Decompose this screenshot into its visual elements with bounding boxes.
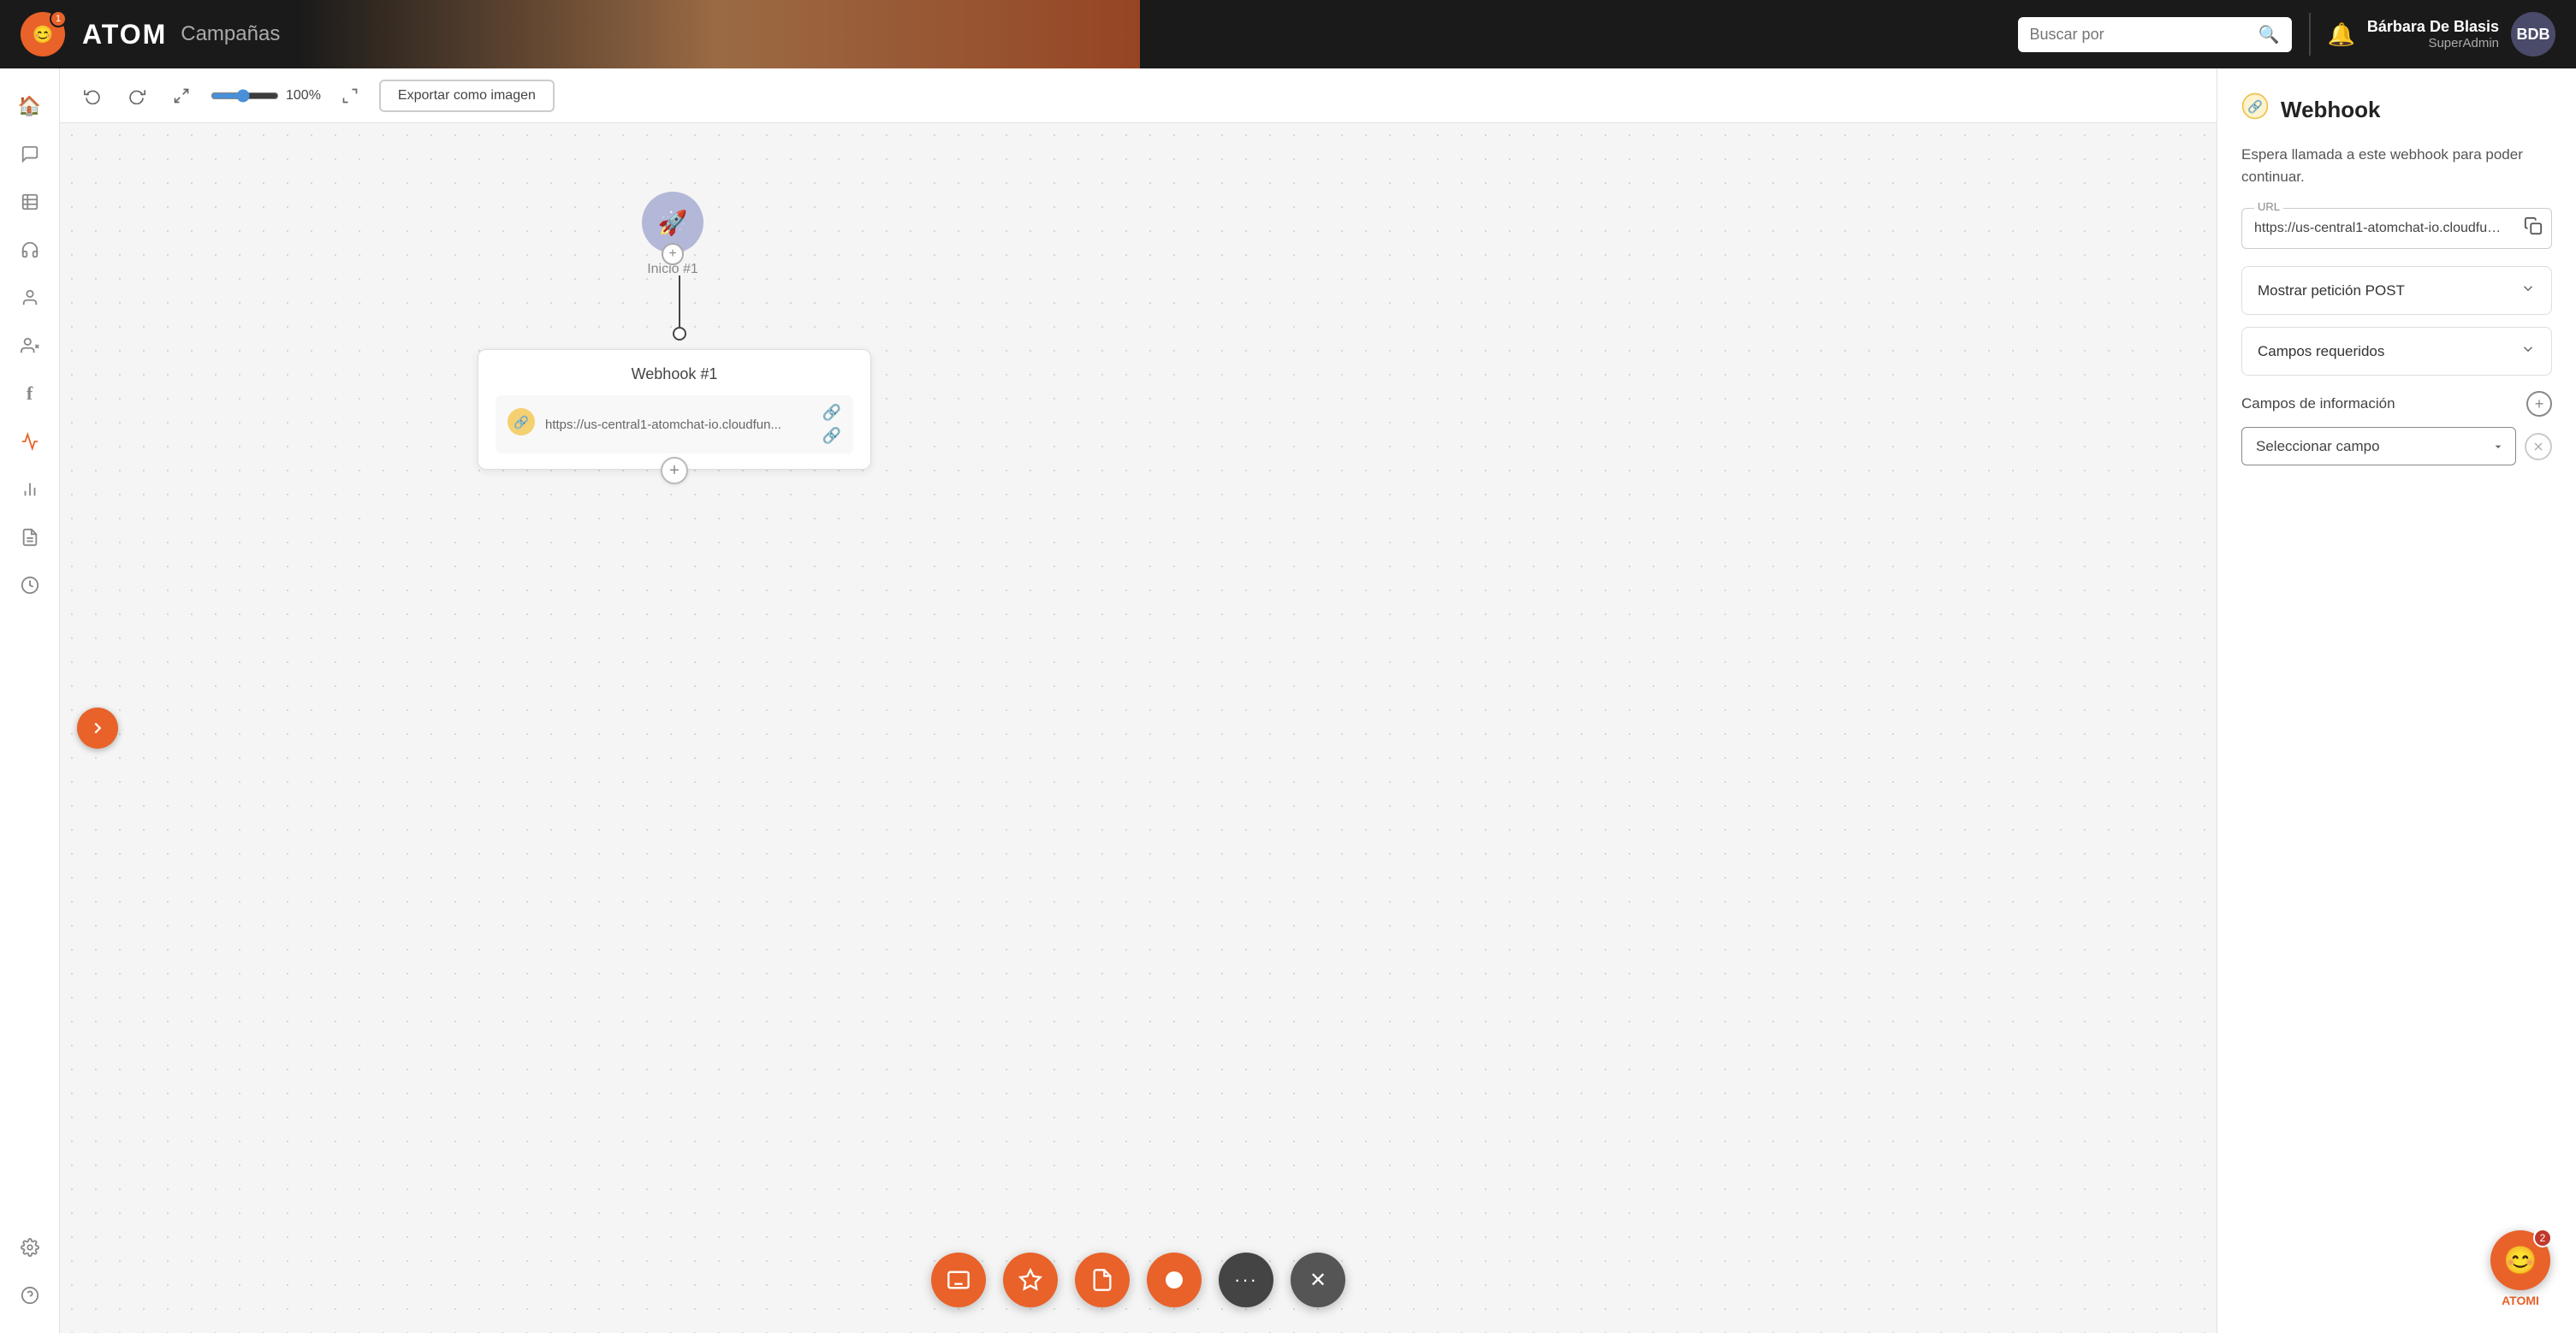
sidebar-item-clock[interactable] bbox=[9, 565, 50, 606]
sidebar-item-analytics[interactable] bbox=[9, 469, 50, 510]
sidebar-item-campaigns[interactable] bbox=[9, 421, 50, 462]
inicio-add-button[interactable]: + bbox=[662, 243, 684, 265]
webhook-add-button[interactable]: + bbox=[661, 457, 688, 484]
flow-container: 🚀 + Inicio #1 Webhook #1 🔗 https://us-ce… bbox=[60, 123, 2217, 1333]
connector-dot bbox=[673, 327, 686, 341]
sidebar-item-headset[interactable] bbox=[9, 229, 50, 270]
info-fields-section: Campos de información + bbox=[2241, 391, 2552, 417]
inicio-circle[interactable]: 🚀 + bbox=[642, 192, 703, 253]
field-select[interactable]: Seleccionar campo bbox=[2241, 427, 2516, 465]
webhook-node-icon: 🔗 bbox=[507, 408, 535, 441]
user-details: Bárbara De Blasis SuperAdmin bbox=[2367, 18, 2499, 50]
info-fields-label: Campos de información bbox=[2241, 395, 2395, 412]
link-icon-2[interactable]: 🔗 bbox=[822, 427, 841, 445]
sidebar: 🏠 f bbox=[0, 68, 60, 1333]
user-info: 🔔 Bárbara De Blasis SuperAdmin BDB bbox=[2328, 12, 2555, 56]
sidebar-item-settings[interactable] bbox=[9, 1227, 50, 1268]
svg-text:🔗: 🔗 bbox=[513, 414, 529, 430]
remove-field-button[interactable] bbox=[2525, 433, 2552, 460]
add-field-button[interactable]: + bbox=[2526, 391, 2552, 417]
svg-text:🔗: 🔗 bbox=[2247, 99, 2263, 115]
connector-line bbox=[679, 275, 680, 327]
circle-button[interactable] bbox=[1147, 1253, 1202, 1307]
zoom-control: 100% bbox=[211, 88, 321, 104]
sidebar-bottom bbox=[9, 1227, 50, 1316]
nav-divider bbox=[2309, 13, 2311, 56]
user-avatar[interactable]: BDB bbox=[2511, 12, 2555, 56]
right-panel: 🔗 Webhook Espera llamada a este webhook … bbox=[2217, 68, 2576, 1333]
post-accordion[interactable]: Mostrar petición POST bbox=[2241, 266, 2552, 315]
url-value: https://us-central1-atomchat-io.cloudfun… bbox=[2254, 221, 2508, 236]
sidebar-item-chat[interactable] bbox=[9, 133, 50, 175]
sidebar-item-messages[interactable] bbox=[9, 517, 50, 558]
webhook-node-body: 🔗 https://us-central1-atomchat-io.cloudf… bbox=[496, 395, 853, 453]
topnav: 😊 1 ATOM Campañas 🔍 🔔 Bárbara De Blasis … bbox=[0, 0, 2576, 68]
magic-button[interactable] bbox=[1003, 1253, 1058, 1307]
sidebar-item-home[interactable]: 🏠 bbox=[9, 86, 50, 127]
url-field-label: URL bbox=[2254, 200, 2283, 213]
redo-button[interactable] bbox=[122, 80, 152, 111]
webhook-node-url: https://us-central1-atomchat-io.cloudfun… bbox=[545, 418, 812, 432]
link-icon-1[interactable]: 🔗 bbox=[822, 404, 841, 422]
sidebar-item-person-off[interactable] bbox=[9, 325, 50, 366]
bottom-toolbar: ··· ✕ bbox=[931, 1253, 1345, 1307]
rocket-icon: 🚀 bbox=[658, 209, 688, 237]
username: Bárbara De Blasis bbox=[2367, 18, 2499, 36]
zoom-label: 100% bbox=[286, 88, 321, 104]
sidebar-item-facebook[interactable]: f bbox=[9, 373, 50, 414]
required-chevron-icon bbox=[2520, 341, 2536, 361]
notifications-bell[interactable]: 🔔 bbox=[2328, 21, 2355, 48]
search-box[interactable]: 🔍 bbox=[2018, 17, 2292, 52]
keyboard-button[interactable] bbox=[931, 1253, 986, 1307]
avatar-icon: 😊 bbox=[33, 24, 54, 45]
undo-button[interactable] bbox=[77, 80, 108, 111]
sidebar-expand-button[interactable] bbox=[77, 708, 118, 749]
required-accordion-label: Campos requeridos bbox=[2258, 343, 2384, 360]
post-chevron-icon bbox=[2520, 281, 2536, 300]
page-title: Campañas bbox=[181, 22, 280, 46]
panel-header: 🔗 Webhook bbox=[2241, 92, 2552, 127]
node-connector bbox=[673, 275, 686, 341]
copy-url-button[interactable] bbox=[2524, 216, 2543, 240]
flow-canvas[interactable]: 🚀 + Inicio #1 Webhook #1 🔗 https://us-ce… bbox=[60, 123, 2217, 1333]
sidebar-item-help[interactable] bbox=[9, 1275, 50, 1316]
header-gradient bbox=[297, 0, 1140, 68]
logo: ATOM Campañas bbox=[82, 19, 280, 50]
atomi-label: ATOMI bbox=[2502, 1294, 2539, 1307]
atomi-chat-bubble[interactable]: 😊 2 ATOMI bbox=[2490, 1230, 2550, 1307]
panel-description: Espera llamada a este webhook para poder… bbox=[2241, 144, 2552, 187]
search-input[interactable] bbox=[2030, 26, 2250, 44]
webhook-node-links: 🔗 🔗 bbox=[822, 404, 841, 445]
sidebar-item-person[interactable] bbox=[9, 277, 50, 318]
sidebar-item-table[interactable] bbox=[9, 181, 50, 222]
more-button[interactable]: ··· bbox=[1219, 1253, 1273, 1307]
post-accordion-header[interactable]: Mostrar petición POST bbox=[2242, 267, 2551, 314]
fullscreen-button[interactable] bbox=[166, 80, 197, 111]
export-button[interactable]: Exportar como imagen bbox=[379, 80, 555, 112]
webhook-node-title: Webhook #1 bbox=[496, 365, 853, 383]
logo-text: ATOM bbox=[82, 19, 167, 50]
field-select-row: Seleccionar campo bbox=[2241, 427, 2552, 465]
panel-title: Webhook bbox=[2281, 97, 2381, 123]
atomi-badge: 2 bbox=[2533, 1229, 2552, 1247]
required-accordion[interactable]: Campos requeridos bbox=[2241, 327, 2552, 376]
avatar-badge: 1 bbox=[50, 10, 67, 27]
canvas-toolbar: 100% Exportar como imagen bbox=[60, 68, 2576, 123]
zoom-slider[interactable] bbox=[211, 89, 279, 103]
search-icon[interactable]: 🔍 bbox=[2258, 24, 2280, 45]
expand-button[interactable] bbox=[335, 80, 365, 111]
user-role: SuperAdmin bbox=[2367, 36, 2499, 50]
close-button[interactable]: ✕ bbox=[1291, 1253, 1345, 1307]
panel-webhook-icon: 🔗 bbox=[2241, 92, 2269, 127]
post-accordion-label: Mostrar petición POST bbox=[2258, 282, 2405, 299]
user-avatar-small[interactable]: 😊 1 bbox=[21, 12, 65, 56]
required-accordion-header[interactable]: Campos requeridos bbox=[2242, 328, 2551, 375]
atomi-avatar-wrapper: 😊 2 bbox=[2490, 1230, 2550, 1290]
webhook-node[interactable]: Webhook #1 🔗 https://us-central1-atomcha… bbox=[478, 349, 871, 470]
url-field: URL https://us-central1-atomchat-io.clou… bbox=[2241, 208, 2552, 249]
document-button[interactable] bbox=[1075, 1253, 1130, 1307]
inicio-node[interactable]: 🚀 + Inicio #1 bbox=[642, 192, 703, 277]
